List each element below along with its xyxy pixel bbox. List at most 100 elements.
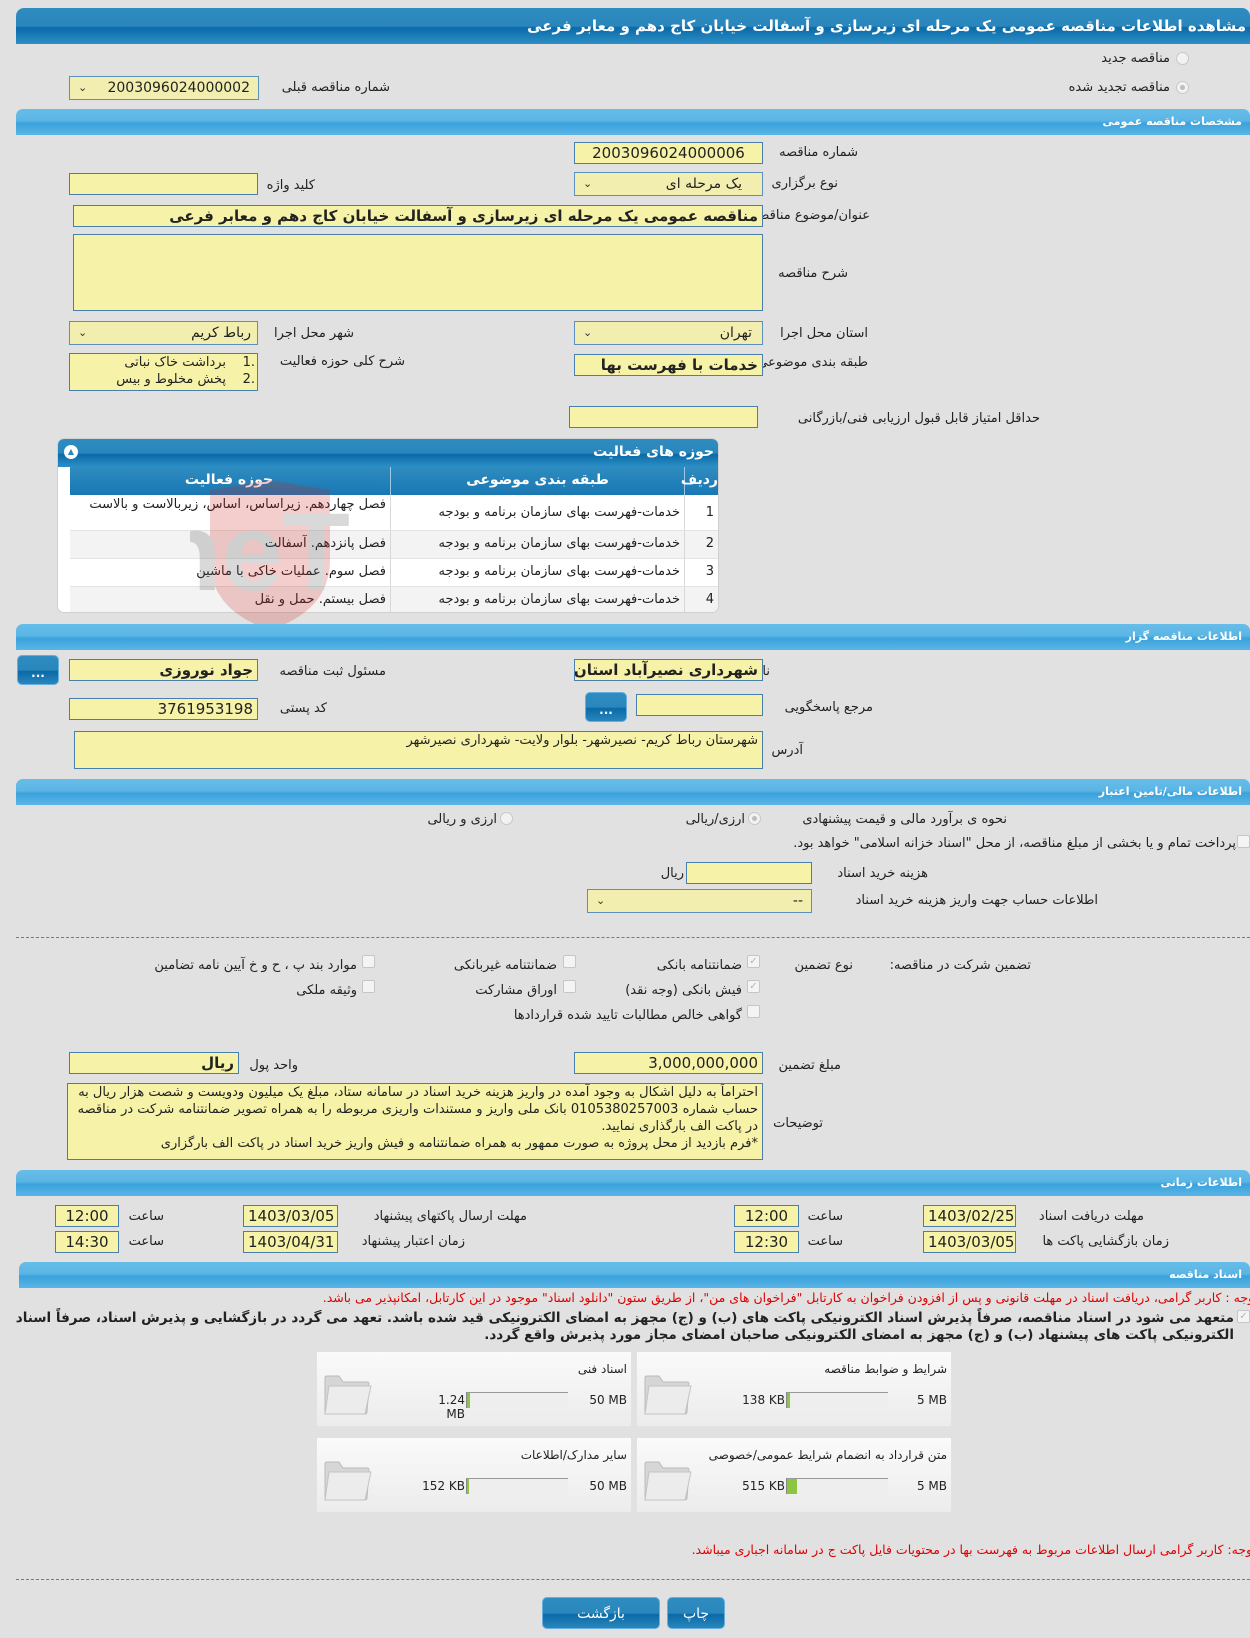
cell-category: خدمات-فهرست بهای سازمان برنامه و بودجه xyxy=(390,587,684,612)
activity-desc-item-text: برداشت خاک نباتی xyxy=(124,355,227,370)
other-clauses-checkbox[interactable] xyxy=(362,955,375,968)
commitment-text: متعهد می شود در اسناد مناقصه، صرفاً پذیر… xyxy=(15,1310,1234,1343)
activity-desc-item: .1 برداشت خاک نباتی xyxy=(124,355,255,370)
file-box[interactable]: اسناد فنی 50 MB 1.24 MB xyxy=(316,1351,632,1427)
reference-field[interactable] xyxy=(636,694,763,716)
estimate-both-radio[interactable] xyxy=(500,812,513,825)
file-usage-fill xyxy=(787,1393,790,1408)
renewed-tender-label: مناقصه تجدید شده xyxy=(1068,80,1170,95)
doc-deadline-time[interactable]: 12:00 xyxy=(734,1205,799,1227)
folder-icon xyxy=(644,1461,692,1501)
activity-desc-field[interactable]: .1 برداشت خاک نباتی .2 پخش مخلوط و بیس xyxy=(69,353,258,391)
cell-category: خدمات-فهرست بهای سازمان برنامه و بودجه xyxy=(390,559,684,586)
province-value: تهران xyxy=(719,325,752,341)
city-value: رباط کریم xyxy=(191,325,251,341)
doc-deadline-date[interactable]: 1403/02/25 xyxy=(923,1205,1016,1227)
previous-number-value: 2003096024000002 xyxy=(107,80,250,96)
previous-number-label: شماره مناقصه قبلی xyxy=(281,80,390,95)
page-title: مشاهده اطلاعات مناقصه عمومی یک مرحله ای … xyxy=(16,8,1250,44)
section-general: مشخصات مناقصه عمومی xyxy=(16,109,1250,135)
file-usage-bar xyxy=(786,1392,888,1408)
file-name: متن قرارداد به انضمام شرایط عمومی/خصوصی xyxy=(708,1448,947,1462)
tender-number-field[interactable]: 2003096024000006 xyxy=(574,142,763,164)
bonds-label: اوراق مشارکت xyxy=(475,983,557,998)
keyword-field[interactable] xyxy=(69,173,258,195)
print-button[interactable]: چاپ xyxy=(667,1597,725,1629)
table-row: 3 خدمات-فهرست بهای سازمان برنامه و بودجه… xyxy=(70,559,718,587)
activity-table-header: ردیف طبقه بندی موضوعی حوزه فعالیت xyxy=(70,467,718,495)
previous-number-select[interactable]: 2003096024000002 ⌄ xyxy=(69,76,259,100)
reference-label: مرجع پاسخگویی xyxy=(784,700,873,715)
province-select[interactable]: تهران ⌄ xyxy=(574,321,763,345)
reference-more-button[interactable]: ... xyxy=(585,692,627,722)
amount-field[interactable]: 3,000,000,000 xyxy=(574,1052,763,1074)
submit-deadline-time[interactable]: 12:00 xyxy=(55,1205,119,1227)
city-select[interactable]: رباط کریم ⌄ xyxy=(69,321,258,345)
section-finance: اطلاعات مالی/تامین اعتبار xyxy=(16,779,1250,805)
file-box[interactable]: شرایط و ضوابط مناقصه 5 MB 138 KB xyxy=(636,1351,952,1427)
bank-guarantee-checkbox[interactable]: ✓ xyxy=(747,955,760,968)
org-field[interactable]: شهرداری نصیرآباد استان تهران xyxy=(574,659,763,681)
net-claims-checkbox[interactable] xyxy=(747,1005,760,1018)
file-max: 50 MB xyxy=(589,1393,627,1407)
description-label: شرح مناقصه xyxy=(778,266,848,281)
file-usage-fill xyxy=(467,1393,470,1408)
commitment-checkbox[interactable]: ✓ xyxy=(1237,1310,1250,1323)
new-tender-radio[interactable] xyxy=(1176,52,1189,65)
doc-cost-field[interactable] xyxy=(686,862,812,884)
subject-field[interactable]: مناقصه عمومی یک مرحله ای زیرسازی و آسفال… xyxy=(73,205,763,227)
submit-deadline-time-label: ساعت xyxy=(128,1209,164,1224)
cell-activity: فصل بیستم. حمل و نقل xyxy=(254,592,386,607)
estimate-both-label: ارزی و ریالی xyxy=(427,812,497,827)
folder-icon xyxy=(324,1461,372,1501)
opening-time[interactable]: 12:30 xyxy=(734,1231,799,1253)
holding-type-select[interactable]: یک مرحله ای ⌄ xyxy=(574,172,763,196)
file-max: 5 MB xyxy=(916,1393,947,1407)
renewed-tender-radio[interactable] xyxy=(1176,81,1189,94)
file-box[interactable]: سایر مدارک/اطلاعات 50 MB 152 KB xyxy=(316,1437,632,1513)
divider xyxy=(16,937,1250,938)
file-box[interactable]: متن قرارداد به انضمام شرایط عمومی/خصوصی … xyxy=(636,1437,952,1513)
activity-desc-label: شرح کلی حوزه فعالیت xyxy=(279,354,405,369)
collapse-icon[interactable]: ▲ xyxy=(64,445,78,459)
validity-time[interactable]: 14:30 xyxy=(55,1231,119,1253)
validity-date[interactable]: 1403/04/31 xyxy=(243,1231,338,1253)
back-button[interactable]: بازگشت xyxy=(542,1597,660,1629)
address-field[interactable]: شهرستان رباط کریم- نصیرشهر- بلوار ولایت-… xyxy=(74,731,763,769)
postal-label: کد پستی xyxy=(279,701,327,716)
opening-date[interactable]: 1403/03/05 xyxy=(923,1231,1016,1253)
min-score-field[interactable] xyxy=(569,406,758,428)
price-list-notice: توجه: کاربر گرامی ارسال اطلاعات مربوط به… xyxy=(691,1542,1250,1557)
file-size: 138 KB xyxy=(742,1393,785,1407)
bonds-checkbox[interactable] xyxy=(563,980,576,993)
subject-label: عنوان/موضوع مناقصه xyxy=(751,208,870,223)
nonbank-guarantee-checkbox[interactable] xyxy=(563,955,576,968)
registrar-field[interactable]: جواد نوروزی xyxy=(69,659,258,681)
property-collateral-checkbox[interactable] xyxy=(362,980,375,993)
cell-activity: فصل چهاردهم. زیراساس، اساس، زیربالاست و … xyxy=(89,497,386,512)
category-field[interactable]: خدمات با فهرست بها xyxy=(574,354,763,376)
cell-activity: فصل سوم. عملیات خاکی با ماشین xyxy=(196,564,386,579)
chevron-down-icon: ⌄ xyxy=(78,81,88,94)
table-row: 4 خدمات-فهرست بهای سازمان برنامه و بودجه… xyxy=(70,587,718,612)
section-timing: اطلاعات زمانی xyxy=(16,1170,1250,1196)
submit-deadline-date[interactable]: 1403/03/05 xyxy=(243,1205,338,1227)
section-organizer: اطلاعات مناقصه گزار xyxy=(16,624,1250,650)
currency-field[interactable]: ریال xyxy=(69,1052,239,1074)
estimate-rial-label: ارزی/ریالی xyxy=(685,812,745,827)
postal-field[interactable]: 3761953198 xyxy=(69,698,258,720)
currency-label: واحد پول xyxy=(249,1058,298,1073)
divider xyxy=(16,1579,1250,1580)
account-select[interactable]: -- ⌄ xyxy=(587,889,812,913)
description-field[interactable] xyxy=(73,234,763,311)
registrar-more-button[interactable]: ... xyxy=(17,655,59,685)
province-label: استان محل اجرا xyxy=(780,326,868,341)
participation-label: تضمین شرکت در مناقصه: xyxy=(889,958,1031,973)
treasury-checkbox[interactable] xyxy=(1237,835,1250,848)
estimate-label: نحوه ی برآورد مالی و قیمت پیشنهادی xyxy=(802,812,1007,827)
other-clauses-label: موارد بند پ ، ح و خ آیین نامه تضامین xyxy=(154,958,357,973)
bank-receipt-checkbox[interactable]: ✓ xyxy=(747,980,760,993)
notes-field[interactable]: احتراماً به دلیل اشکال به وجود آمده در و… xyxy=(67,1083,763,1160)
holding-type-value: یک مرحله ای xyxy=(665,176,742,192)
estimate-rial-radio[interactable] xyxy=(748,812,761,825)
